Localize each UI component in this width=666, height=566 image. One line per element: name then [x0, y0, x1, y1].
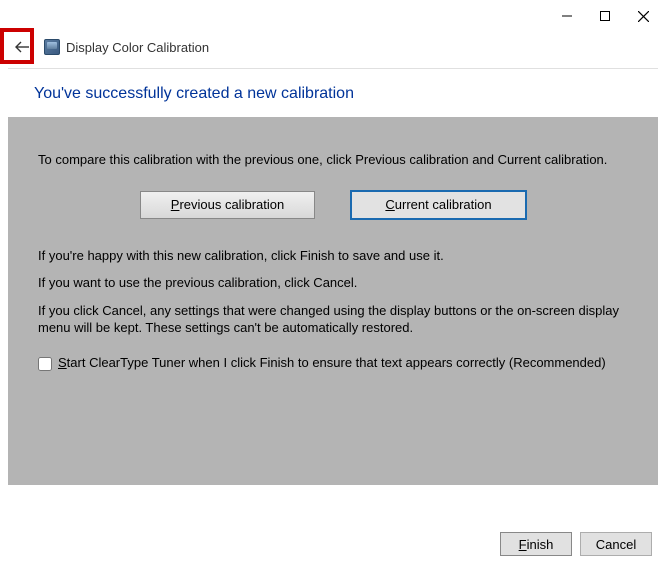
- maximize-button[interactable]: [586, 2, 624, 30]
- cancel-instruction: If you want to use the previous calibrat…: [38, 274, 628, 292]
- cleartype-checkbox[interactable]: [38, 357, 52, 371]
- back-button[interactable]: [10, 35, 34, 59]
- cleartype-label[interactable]: Start ClearType Tuner when I click Finis…: [58, 355, 606, 372]
- close-icon: [638, 11, 649, 22]
- app-icon: [44, 39, 60, 55]
- cleartype-option: Start ClearType Tuner when I click Finis…: [38, 355, 628, 372]
- minimize-icon: [562, 11, 572, 21]
- window-title: Display Color Calibration: [66, 40, 209, 55]
- title-bar: [0, 0, 666, 32]
- previous-calibration-button[interactable]: Previous calibration: [140, 191, 315, 219]
- compare-instruction: To compare this calibration with the pre…: [38, 151, 628, 169]
- window-controls: [548, 2, 662, 30]
- cancel-button[interactable]: Cancel: [580, 532, 652, 556]
- maximize-icon: [600, 11, 610, 21]
- calibration-buttons: Previous calibration Current calibration: [38, 191, 628, 219]
- finish-button[interactable]: Finish: [500, 532, 572, 556]
- cancel-warning: If you click Cancel, any settings that w…: [38, 302, 628, 337]
- footer-buttons: Finish Cancel: [500, 532, 652, 556]
- page-heading: You've successfully created a new calibr…: [0, 69, 666, 117]
- finish-instruction: If you're happy with this new calibratio…: [38, 247, 628, 265]
- header: Display Color Calibration: [0, 32, 666, 62]
- minimize-button[interactable]: [548, 2, 586, 30]
- current-calibration-button[interactable]: Current calibration: [351, 191, 526, 219]
- content-pane: To compare this calibration with the pre…: [8, 117, 658, 485]
- back-arrow-icon: [14, 40, 30, 54]
- close-button[interactable]: [624, 2, 662, 30]
